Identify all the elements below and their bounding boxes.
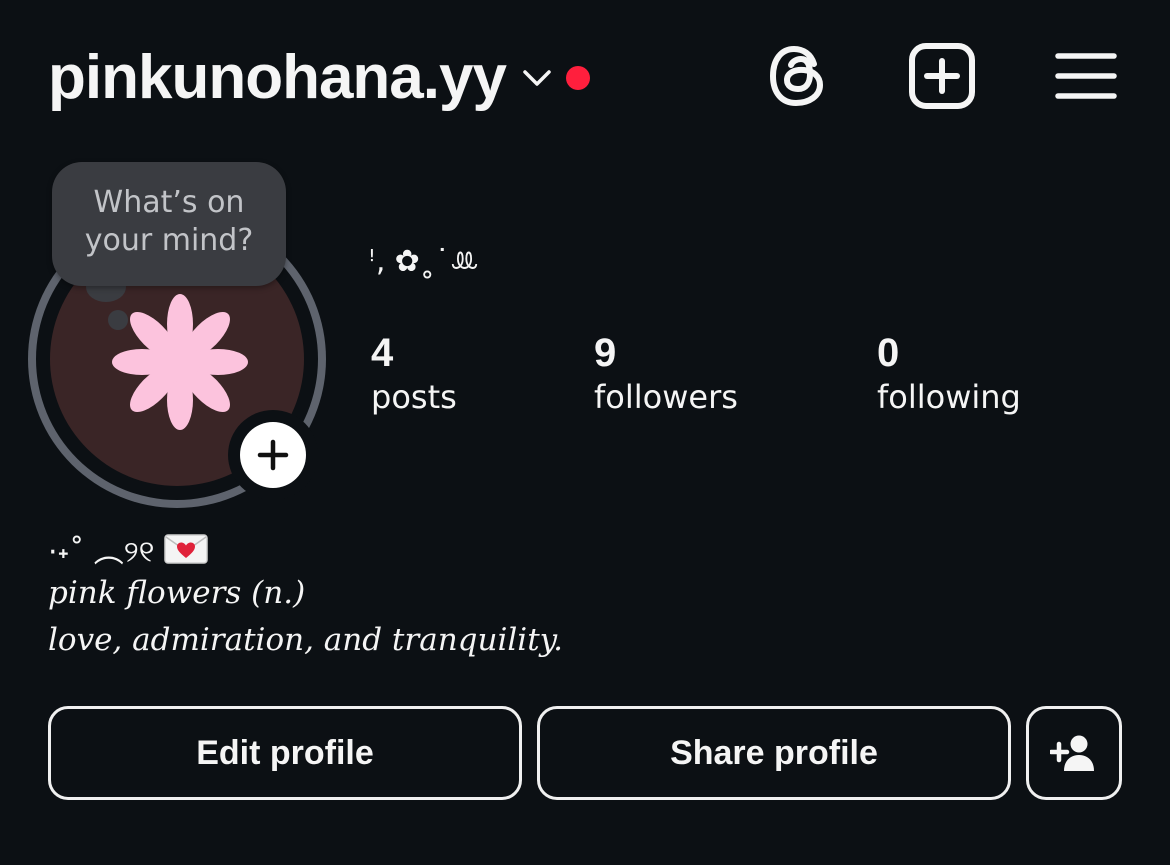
- add-person-icon: [1050, 735, 1094, 771]
- love-letter-icon: [164, 534, 209, 564]
- username[interactable]: pinkunohana.yy: [48, 47, 507, 109]
- pink-flower-icon: [112, 294, 248, 430]
- note-text-line2: your mind?: [84, 223, 254, 258]
- add-user-button[interactable]: [1026, 706, 1122, 800]
- note-bubble[interactable]: What’s on your mind?: [52, 162, 286, 286]
- edit-profile-button[interactable]: Edit profile: [48, 706, 522, 800]
- add-story-button[interactable]: [228, 410, 318, 500]
- posts-label: posts: [371, 378, 457, 416]
- note-text-line1: What’s on: [93, 185, 245, 220]
- followers-label: followers: [594, 378, 738, 416]
- bio-line-2: pink flowers (n.): [48, 575, 306, 611]
- stat-following[interactable]: 0 following: [877, 332, 1021, 420]
- threads-icon[interactable]: [764, 42, 832, 110]
- share-profile-button[interactable]: Share profile: [537, 706, 1011, 800]
- followers-count: 9: [594, 331, 617, 375]
- bio-decoration-text: ·˖˚ ︵୨୧: [48, 535, 155, 570]
- create-plus-icon[interactable]: [908, 42, 976, 110]
- profile-header: pinkunohana.yy: [0, 0, 1170, 160]
- posts-count: 4: [371, 331, 394, 375]
- stat-followers[interactable]: 9 followers: [594, 332, 738, 420]
- bio-line-3: love, admiration, and tranquility.: [48, 622, 563, 658]
- note-bubble-tail-dot: [108, 310, 128, 330]
- plus-icon[interactable]: [240, 422, 306, 488]
- following-label: following: [877, 378, 1021, 416]
- bio-line-1: ·˖˚ ︵୨୧: [48, 527, 209, 571]
- stat-posts[interactable]: 4 posts: [371, 332, 457, 420]
- chevron-down-icon[interactable]: [522, 68, 552, 88]
- account-switcher[interactable]: pinkunohana.yy: [48, 38, 590, 118]
- following-count: 0: [877, 331, 900, 375]
- notification-dot: [565, 66, 590, 90]
- menu-icon[interactable]: [1052, 42, 1120, 110]
- display-name: ꜝ‚ ✿˳˙ꔛ: [368, 244, 480, 279]
